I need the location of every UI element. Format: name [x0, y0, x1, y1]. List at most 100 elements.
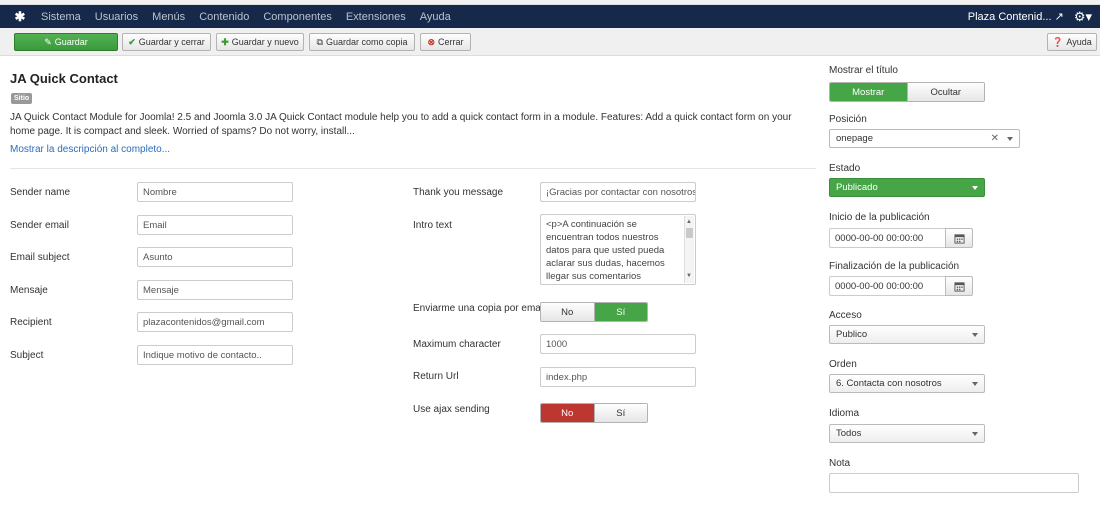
module-title: JA Quick Contact — [10, 71, 118, 86]
check-icon: ✔ — [128, 36, 136, 47]
site-name: Plaza Contenid... — [967, 11, 1052, 23]
recipient-label: Recipient — [10, 317, 52, 328]
sender-email-input[interactable]: Email — [137, 215, 293, 235]
admin-topbar: ✱ Sistema Usuarios Menús Contenido Compo… — [0, 5, 1100, 28]
recipient-input[interactable]: plazacontenidos@gmail.com — [137, 312, 293, 332]
save-close-button[interactable]: ✔ Guardar y cerrar — [122, 33, 211, 51]
ajax-no[interactable]: No — [541, 404, 594, 422]
ajax-yes[interactable]: Sí — [593, 404, 647, 422]
help-label: Ayuda — [1066, 37, 1092, 47]
access-label: Acceso — [829, 310, 862, 321]
subject-label: Subject — [10, 350, 44, 361]
publish-end-input[interactable]: 0000-00-00 00:00:00 — [829, 276, 945, 296]
chevron-down-icon — [972, 186, 978, 190]
show-title-label: Mostrar el título — [829, 65, 898, 76]
access-select[interactable]: Publico — [829, 325, 985, 344]
menu-sistema[interactable]: Sistema — [34, 11, 88, 23]
state-select[interactable]: Publicado — [829, 178, 985, 197]
save-new-button[interactable]: ✚ Guardar y nuevo — [216, 33, 304, 51]
save-copy-button[interactable]: ⧉ Guardar como copia — [309, 33, 415, 51]
sender-name-label: Sender name — [10, 187, 71, 198]
toolbar: ✎ Guardar ✔ Guardar y cerrar ✚ Guardar y nu… — [0, 28, 1100, 56]
chevron-down-icon — [972, 432, 978, 436]
scroll-thumb[interactable] — [686, 228, 693, 238]
copy-email-yes[interactable]: Sí — [593, 303, 647, 321]
plus-icon: ✚ — [221, 36, 229, 47]
order-label: Orden — [829, 359, 857, 370]
chevron-down-icon — [972, 382, 978, 386]
intro-text-textarea[interactable]: <p>A continuación se encuentran todos nu… — [540, 214, 696, 285]
return-url-input[interactable]: index.php — [540, 367, 696, 387]
module-description: JA Quick Contact Module for Joomla! 2.5 … — [10, 112, 792, 137]
textarea-scrollbar[interactable]: ▲ ▼ — [684, 216, 694, 283]
message-input[interactable]: Mensaje — [137, 280, 293, 300]
show-full-description-link[interactable]: Mostrar la descripción al completo... — [10, 144, 170, 155]
order-select[interactable]: 6. Contacta con nosotros — [829, 374, 985, 393]
position-label: Posición — [829, 114, 867, 125]
copy-icon: ⧉ — [316, 36, 323, 47]
email-subject-label: Email subject — [10, 252, 70, 263]
publish-end-label: Finalización de la publicación — [829, 261, 960, 272]
menu-extensiones[interactable]: Extensiones — [339, 11, 413, 23]
thank-you-input[interactable]: ¡Gracias por contactar con nosotros — [540, 182, 696, 202]
edit-icon: ✎ — [44, 36, 52, 47]
max-character-label: Maximum character — [413, 339, 501, 350]
return-url-label: Return Url — [413, 371, 459, 382]
menu-menus[interactable]: Menús — [145, 11, 192, 23]
subject-input[interactable]: Indique motivo de contacto.. — [137, 345, 293, 365]
show-title-on[interactable]: Mostrar — [830, 83, 907, 101]
calendar-icon[interactable] — [945, 228, 973, 248]
chevron-down-icon — [972, 333, 978, 337]
publish-start-field: 0000-00-00 00:00:00 — [829, 228, 973, 248]
save-copy-label: Guardar como copia — [325, 37, 408, 47]
question-icon: ❓ — [1052, 36, 1064, 47]
copy-email-no[interactable]: No — [541, 303, 594, 321]
intro-text-value: <p>A continuación se encuentran todos nu… — [546, 219, 665, 282]
sender-email-label: Sender email — [10, 220, 69, 231]
note-input[interactable] — [829, 473, 1079, 493]
language-select[interactable]: Todos — [829, 424, 985, 443]
menu-componentes[interactable]: Componentes — [256, 11, 339, 23]
order-value: 6. Contacta con nosotros — [836, 378, 942, 389]
note-label: Nota — [829, 458, 851, 469]
publish-start-input[interactable]: 0000-00-00 00:00:00 — [829, 228, 945, 248]
sender-name-input[interactable]: Nombre — [137, 182, 293, 202]
ajax-sending-label: Use ajax sending — [413, 404, 490, 415]
scroll-down-icon[interactable]: ▼ — [686, 270, 692, 283]
menu-usuarios[interactable]: Usuarios — [88, 11, 145, 23]
calendar-icon[interactable] — [945, 276, 973, 296]
help-button[interactable]: ❓ Ayuda — [1047, 33, 1097, 51]
close-button[interactable]: ⊗ Cerrar — [420, 33, 471, 51]
copy-email-toggle: No Sí — [540, 302, 648, 322]
save-new-label: Guardar y nuevo — [231, 37, 299, 47]
intro-text-label: Intro text — [413, 220, 452, 231]
gear-icon[interactable]: ⚙▾ — [1074, 9, 1092, 25]
copy-email-label: Enviarme una copia por email — [413, 303, 546, 314]
menu-contenido[interactable]: Contenido — [192, 11, 256, 23]
language-label: Idioma — [829, 408, 860, 419]
email-subject-input[interactable]: Asunto — [137, 247, 293, 267]
save-button[interactable]: ✎ Guardar — [14, 33, 118, 51]
ajax-sending-toggle: No Sí — [540, 403, 648, 423]
menu-ayuda[interactable]: Ayuda — [413, 11, 458, 23]
position-select[interactable]: onepage ✕ — [829, 129, 1020, 148]
message-label: Mensaje — [10, 285, 48, 296]
site-badge: Sitio — [11, 93, 33, 104]
clear-icon[interactable]: ✕ — [991, 133, 999, 144]
divider — [10, 168, 816, 169]
site-link[interactable]: Plaza Contenid... ↗ — [968, 10, 1064, 23]
show-title-off[interactable]: Ocultar — [906, 83, 984, 101]
close-label: Cerrar — [438, 37, 464, 47]
position-value: onepage — [836, 133, 873, 144]
state-label: Estado — [829, 163, 861, 174]
max-character-input[interactable]: 1000 — [540, 334, 696, 354]
save-close-label: Guardar y cerrar — [138, 37, 205, 47]
show-title-toggle: Mostrar Ocultar — [829, 82, 985, 102]
language-value: Todos — [836, 428, 862, 439]
joomla-logo-icon[interactable]: ✱ — [6, 5, 34, 28]
external-link-icon: ↗ — [1054, 11, 1064, 23]
publish-end-field: 0000-00-00 00:00:00 — [829, 276, 973, 296]
thank-you-label: Thank you message — [413, 187, 504, 198]
chevron-down-icon — [1007, 137, 1013, 141]
access-value: Publico — [836, 329, 868, 340]
